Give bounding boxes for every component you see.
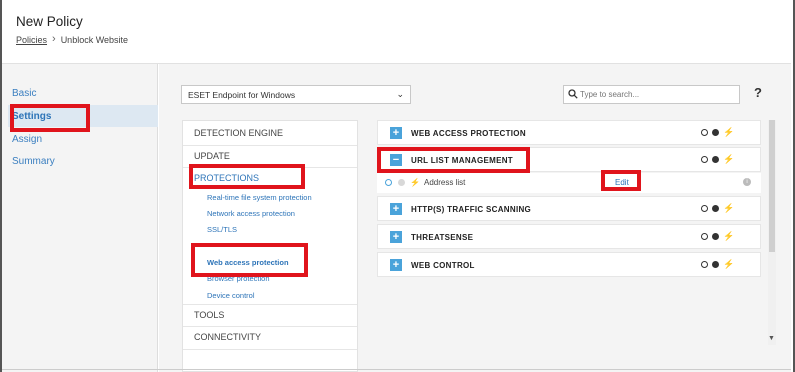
section-threatsense[interactable]: + THREATSENSE ⚡ (377, 224, 761, 249)
bolt-icon: ⚡ (410, 178, 420, 187)
chevron-down-icon: ⌄ (396, 89, 404, 99)
section-web-access-protection[interactable]: + WEB ACCESS PROTECTION ⚡ (377, 120, 761, 145)
section-label: WEB CONTROL (411, 261, 475, 270)
breadcrumb: Policies › Unblock Website (16, 34, 128, 45)
expand-icon[interactable]: + (390, 259, 402, 271)
annotation-highlight-web-access (191, 243, 308, 277)
apply-flag-icon[interactable] (701, 233, 708, 240)
chevron-right-icon: › (52, 33, 56, 45)
divider (183, 349, 357, 350)
force-flag-icon[interactable] (398, 179, 405, 186)
search-input[interactable] (580, 88, 730, 101)
policy-flags[interactable]: ⚡ (701, 128, 734, 137)
apply-flag-icon[interactable] (701, 156, 708, 163)
policy-flags[interactable]: ⚡ (701, 204, 734, 213)
force-flag-icon[interactable] (712, 205, 719, 212)
subcategory-network-access-protection[interactable]: Network access protection (207, 209, 295, 218)
address-list-row: ⚡ Address list Edit i (377, 173, 761, 193)
product-select-value: ESET Endpoint for Windows (188, 90, 296, 100)
bolt-icon[interactable]: ⚡ (723, 204, 734, 213)
force-flag-icon[interactable] (712, 233, 719, 240)
force-flag-icon[interactable] (712, 129, 719, 136)
bolt-icon[interactable]: ⚡ (723, 155, 734, 164)
nav-item-basic[interactable]: Basic (12, 88, 36, 99)
apply-flag-icon[interactable] (701, 261, 708, 268)
bolt-icon[interactable]: ⚡ (723, 232, 734, 241)
section-label: WEB ACCESS PROTECTION (411, 129, 526, 138)
bolt-icon[interactable]: ⚡ (723, 260, 734, 269)
bolt-icon[interactable]: ⚡ (723, 128, 734, 137)
section-label: THREATSENSE (411, 233, 474, 242)
page-title: New Policy (16, 14, 83, 29)
info-icon[interactable]: i (743, 178, 751, 186)
help-icon[interactable]: ? (754, 85, 762, 100)
product-select[interactable]: ESET Endpoint for Windows ⌄ (181, 85, 411, 104)
subcategory-device-control[interactable]: Device control (207, 291, 255, 300)
expand-icon[interactable]: + (390, 231, 402, 243)
annotation-highlight-url-list (377, 147, 530, 173)
category-tools[interactable]: TOOLS (194, 310, 224, 320)
policy-flags[interactable]: ⚡ (701, 155, 734, 164)
subcategory-realtime-protection[interactable]: Real-time file system protection (207, 193, 312, 202)
breadcrumb-policies-link[interactable]: Policies (16, 35, 47, 45)
apply-flag-icon[interactable] (701, 129, 708, 136)
annotation-highlight-protections (189, 164, 305, 189)
force-flag-icon[interactable] (712, 156, 719, 163)
subcategory-ssl-tls[interactable]: SSL/TLS (207, 225, 237, 234)
force-flag-icon[interactable] (712, 261, 719, 268)
policy-flags[interactable]: ⚡ (701, 232, 734, 241)
category-update[interactable]: UPDATE (194, 151, 230, 161)
expand-icon[interactable]: + (390, 203, 402, 215)
divider (183, 304, 357, 305)
category-connectivity[interactable]: CONNECTIVITY (194, 332, 261, 342)
address-list-label: Address list (424, 178, 466, 187)
page-header: New Policy Policies › Unblock Website (2, 0, 791, 64)
nav-item-assign[interactable]: Assign (12, 134, 42, 145)
section-web-control[interactable]: + WEB CONTROL ⚡ (377, 252, 761, 277)
vertical-scrollbar[interactable]: ▼ (768, 120, 776, 345)
footer-divider (2, 369, 791, 370)
scrollbar-thumb[interactable] (769, 120, 775, 252)
scroll-down-icon[interactable]: ▼ (768, 335, 775, 342)
nav-item-summary[interactable]: Summary (12, 156, 55, 167)
category-detection-engine[interactable]: DETECTION ENGINE (194, 128, 283, 138)
breadcrumb-current: Unblock Website (60, 34, 129, 45)
section-https-traffic-scanning[interactable]: + HTTP(S) TRAFFIC SCANNING ⚡ (377, 196, 761, 221)
divider (183, 145, 357, 146)
search-icon (568, 89, 578, 99)
apply-flag-icon[interactable] (385, 179, 392, 186)
policy-flags[interactable]: ⚡ (701, 260, 734, 269)
search-box[interactable] (563, 85, 740, 104)
expand-icon[interactable]: + (390, 127, 402, 139)
section-label: HTTP(S) TRAFFIC SCANNING (411, 205, 532, 214)
annotation-highlight-edit (601, 170, 641, 191)
divider (183, 326, 357, 327)
apply-flag-icon[interactable] (701, 205, 708, 212)
annotation-highlight-settings (10, 104, 90, 132)
